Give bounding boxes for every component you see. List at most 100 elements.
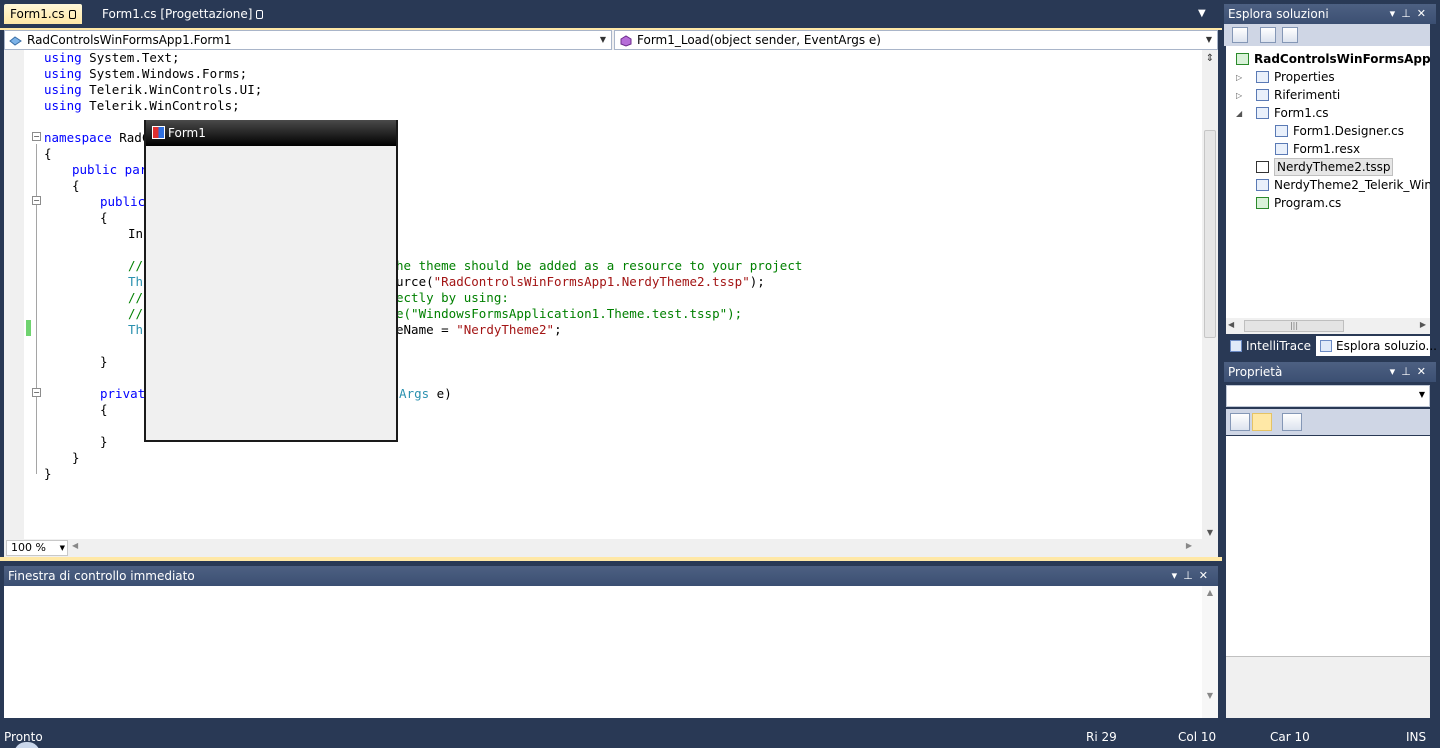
- code-line: {: [100, 402, 108, 417]
- status-char: Car 10: [1270, 730, 1310, 744]
- properties-object-combo[interactable]: ▼: [1226, 385, 1430, 407]
- collapse-icon[interactable]: ◢: [1236, 109, 1242, 118]
- code-line: public: [100, 194, 146, 209]
- dropdown-icon[interactable]: ▾: [1390, 365, 1402, 378]
- status-insert-mode: INS: [1406, 730, 1427, 744]
- pin-icon[interactable]: ⊥: [1401, 365, 1417, 378]
- pin-icon[interactable]: ⊥: [1183, 569, 1199, 582]
- code-line: //: [128, 306, 144, 321]
- scroll-up-icon[interactable]: ▲: [1202, 588, 1218, 597]
- code-line: using System.Text;: [44, 50, 180, 65]
- code-line: {: [72, 178, 80, 193]
- chevron-down-icon: ▼: [599, 35, 607, 44]
- navigation-bar: RadControlsWinFormsApp1.Form1 ▼ Form1_Lo…: [4, 30, 1218, 50]
- form-icon: [152, 126, 165, 139]
- chevron-down-icon: ▼: [1418, 390, 1425, 399]
- resx-file-icon: [1275, 143, 1288, 155]
- solution-horizontal-scrollbar[interactable]: ◀ ||| ▶: [1226, 318, 1430, 334]
- lock-icon: [68, 10, 76, 19]
- immediate-scrollbar[interactable]: ▲ ▼: [1202, 586, 1218, 718]
- properties-toolbar: [1226, 409, 1430, 435]
- scroll-right-icon[interactable]: ▶: [1186, 541, 1192, 550]
- member-combo[interactable]: Form1_Load(object sender, EventArgs e) ▼: [614, 30, 1218, 50]
- tab-label: Form1.cs [Progettazione]: [102, 7, 253, 21]
- editor-vertical-scrollbar[interactable]: ⇕ ▼: [1202, 50, 1218, 539]
- collapse-icon[interactable]: −: [32, 132, 41, 141]
- refresh-icon[interactable]: [1282, 27, 1298, 43]
- project-icon: [1236, 53, 1249, 65]
- tab-label: Form1.cs: [10, 7, 65, 21]
- panel-controls: ▾⊥✕: [1172, 566, 1214, 586]
- dropdown-icon[interactable]: ▾: [1172, 569, 1184, 582]
- member-combo-value: Form1_Load(object sender, EventArgs e): [637, 33, 881, 47]
- form1-title-bar[interactable]: Form1: [146, 120, 396, 146]
- categorized-icon[interactable]: [1230, 413, 1250, 431]
- property-description: [1226, 656, 1430, 718]
- expand-icon[interactable]: ▷: [1236, 91, 1242, 100]
- intellitrace-icon: [1230, 340, 1242, 352]
- method-icon: [619, 34, 632, 47]
- solution-explorer-header: Esplora soluzioni ▾⊥✕: [1224, 4, 1436, 24]
- scroll-down-icon[interactable]: ▼: [1202, 528, 1218, 537]
- properties-header: Proprietà ▾⊥✕: [1224, 362, 1436, 382]
- change-marker: [26, 320, 31, 336]
- code-line: urce("RadControlsWinFormsApp1.NerdyTheme…: [396, 274, 765, 289]
- properties-icon[interactable]: [1232, 27, 1248, 43]
- code-line: //: [128, 258, 144, 273]
- code-line: {: [100, 210, 108, 225]
- tab-dropdown-icon[interactable]: ▼: [1198, 8, 1206, 19]
- immediate-window-header: Finestra di controllo immediato ▾⊥✕: [4, 566, 1218, 586]
- solution-panel-tabs: IntelliTrace Esplora soluzio...: [1226, 336, 1437, 356]
- panel-controls: ▾⊥✕: [1390, 362, 1432, 382]
- code-line: In: [128, 226, 144, 241]
- property-pages-icon[interactable]: [1282, 413, 1302, 431]
- code-line: eName = "NerdyTheme2";: [396, 322, 562, 337]
- editor-bottom-accent: [0, 557, 1222, 561]
- code-line: public par: [72, 162, 148, 177]
- scroll-left-icon[interactable]: ◀: [72, 541, 78, 550]
- scrollbar-thumb[interactable]: |||: [1244, 320, 1344, 332]
- solution-explorer-icon: [1320, 340, 1332, 352]
- tab-form1-cs[interactable]: Form1.cs: [4, 4, 82, 24]
- close-icon[interactable]: ✕: [1417, 7, 1432, 20]
- property-grid[interactable]: [1226, 436, 1430, 656]
- class-combo[interactable]: RadControlsWinFormsApp1.Form1 ▼: [4, 30, 612, 50]
- scroll-left-icon[interactable]: ◀: [1228, 320, 1234, 329]
- form1-window[interactable]: Form1: [144, 120, 398, 442]
- code-line: }: [100, 434, 108, 449]
- zoom-value: 100 %: [11, 541, 46, 554]
- code-line: using Telerik.WinControls.UI;: [44, 82, 263, 97]
- close-icon[interactable]: ✕: [1417, 365, 1432, 378]
- file-icon: [1256, 161, 1269, 173]
- close-icon[interactable]: ✕: [1199, 569, 1214, 582]
- scrollbar-thumb[interactable]: [1204, 130, 1216, 338]
- pin-icon[interactable]: ⊥: [1401, 7, 1417, 20]
- immediate-window-body[interactable]: ▲ ▼: [4, 586, 1218, 718]
- scroll-right-icon[interactable]: ▶: [1420, 320, 1426, 329]
- splitter-icon[interactable]: ⇕: [1202, 50, 1218, 68]
- collapse-icon[interactable]: −: [32, 388, 41, 397]
- references-icon: [1256, 89, 1269, 101]
- class-icon: [9, 34, 22, 46]
- tab-form1-design[interactable]: Form1.cs [Progettazione]: [96, 4, 269, 24]
- tab-intellitrace[interactable]: IntelliTrace: [1226, 336, 1314, 356]
- status-col: Col 10: [1178, 730, 1217, 744]
- alphabetical-icon[interactable]: [1252, 413, 1272, 431]
- solution-explorer-toolbar: [1224, 24, 1430, 46]
- solution-tree: RadControlsWinFormsApp1 ▷ Properties ▷ R…: [1226, 46, 1430, 318]
- dropdown-icon[interactable]: ▾: [1390, 7, 1402, 20]
- code-line: using Telerik.WinControls;: [44, 98, 240, 113]
- code-line: }: [72, 450, 80, 465]
- expand-icon[interactable]: ▷: [1236, 73, 1242, 82]
- collapse-icon[interactable]: −: [32, 196, 41, 205]
- zoom-combo[interactable]: 100 % ▼: [6, 540, 68, 556]
- show-all-files-icon[interactable]: [1260, 27, 1276, 43]
- tab-solution-explorer[interactable]: Esplora soluzio...: [1316, 336, 1437, 356]
- chevron-down-icon: ▼: [1205, 35, 1213, 44]
- scroll-down-icon[interactable]: ▼: [1202, 691, 1218, 700]
- code-line: }: [100, 354, 108, 369]
- code-line: //: [128, 290, 144, 305]
- outline-line: [36, 144, 37, 474]
- code-line: namespace RadC: [44, 130, 150, 145]
- properties-folder-icon: [1256, 71, 1269, 83]
